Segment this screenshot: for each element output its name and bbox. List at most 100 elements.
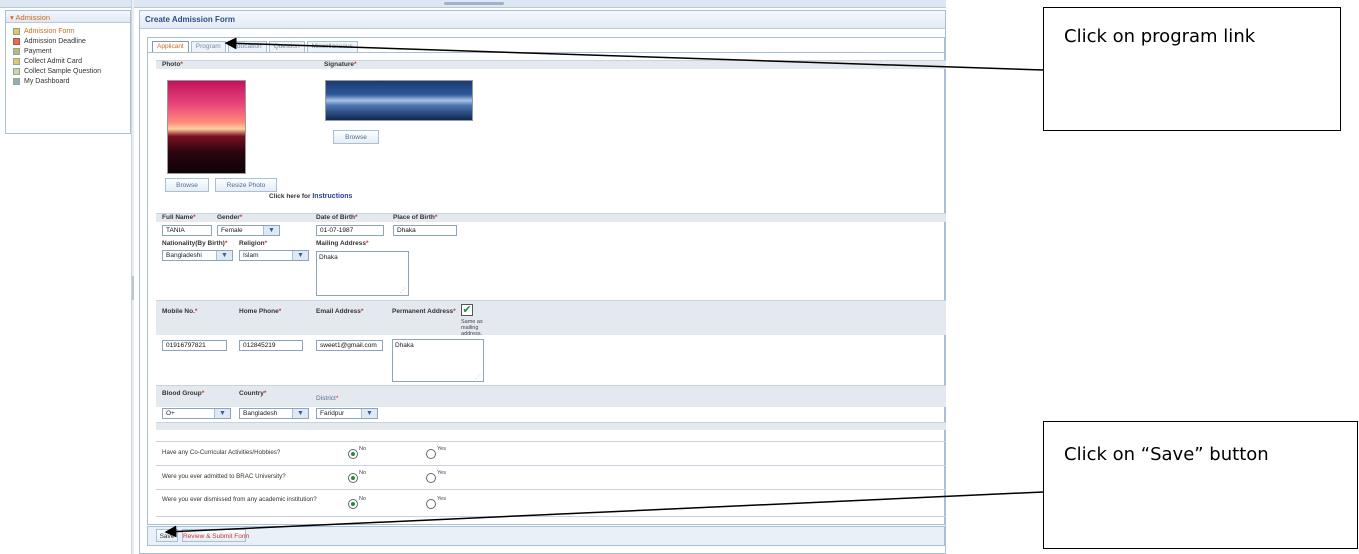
- mobile-input[interactable]: 01916797821: [162, 340, 227, 351]
- religion-select[interactable]: Islam ▼: [239, 250, 309, 261]
- payment-icon: [13, 47, 20, 55]
- sidebar-header[interactable]: ▾ Admission: [6, 11, 130, 23]
- chevron-down-icon: ▼: [214, 409, 230, 418]
- dob-label: Date of Birth*: [316, 214, 358, 221]
- sidebar-header-label: Admission: [15, 13, 51, 22]
- question-text: Were you ever admitted to BRAC Universit…: [162, 473, 286, 480]
- top-bar: [0, 0, 946, 8]
- sidebar-splitter[interactable]: [131, 0, 134, 554]
- contact-section-bar: [156, 300, 946, 335]
- sidebar-item-label: Admission Deadline: [24, 37, 86, 45]
- applicant-photo: [167, 80, 246, 174]
- sidebar-item-admission-form[interactable]: Admission Form: [6, 26, 130, 36]
- blood-section-bar: [156, 385, 946, 407]
- nationality-value: Bangladeshi: [166, 252, 202, 259]
- review-submit-button[interactable]: Review & Submit Form: [182, 529, 249, 542]
- sidebar-item-my-dashboard[interactable]: My Dashboard: [6, 76, 130, 86]
- photo-label: Photo*: [162, 61, 183, 68]
- full-name-label: Full Name*: [162, 214, 196, 221]
- mobile-label: Mobile No.*: [162, 308, 198, 315]
- sidebar-item-label: Collect Admit Card: [24, 57, 82, 65]
- nationality-label: Nationality(By Birth)*: [162, 240, 228, 247]
- instructions-link[interactable]: Instructions: [312, 193, 352, 200]
- resize-grip-icon[interactable]: ⋰: [400, 287, 406, 294]
- same-as-checkbox[interactable]: ✔: [461, 304, 473, 316]
- photo-browse-button[interactable]: Browse: [165, 178, 209, 192]
- signature-label: Signature*: [324, 61, 357, 68]
- blood-group-label: Blood Group*: [162, 390, 205, 397]
- permanent-address-textarea[interactable]: Dhaka ⋰: [392, 339, 484, 382]
- country-select[interactable]: Bangladesh ▼: [239, 408, 309, 419]
- question-row: Have any Co-Curricular Activities/Hobbie…: [156, 441, 946, 465]
- question-text: Have any Co-Curricular Activities/Hobbie…: [162, 449, 281, 456]
- radio-yes[interactable]: [426, 449, 436, 459]
- email-input[interactable]: sweet1@gmail.com: [316, 340, 383, 351]
- home-phone-input[interactable]: 012845219: [239, 340, 303, 351]
- tab-applicant[interactable]: Applicant: [152, 41, 189, 52]
- tab-education[interactable]: Education: [227, 41, 267, 52]
- radio-yes-label: Yes: [437, 496, 446, 502]
- sidebar-item-admission-deadline[interactable]: Admission Deadline: [6, 36, 130, 46]
- gender-label: Gender*: [217, 214, 243, 221]
- collapse-handle[interactable]: [444, 2, 504, 5]
- sidebar-item-collect-sample-question[interactable]: Collect Sample Question: [6, 66, 130, 76]
- radio-yes-label: Yes: [437, 470, 446, 476]
- dob-input[interactable]: 01-07-1987: [316, 225, 384, 236]
- district-label: District*: [316, 395, 339, 402]
- mailing-address-textarea[interactable]: Dhaka ⋰: [316, 251, 409, 296]
- radio-no[interactable]: [348, 499, 358, 509]
- admission-form: Applicant Program Education Question Mis…: [147, 37, 946, 525]
- chevron-down-icon: ▼: [292, 409, 308, 418]
- signature-browse-button[interactable]: Browse: [333, 130, 379, 144]
- tab-miscellaneous[interactable]: Miscellaneous: [306, 41, 358, 52]
- nationality-select[interactable]: Bangladeshi ▼: [162, 250, 233, 261]
- gender-select[interactable]: Female ▼: [217, 225, 280, 236]
- full-name-input[interactable]: TANIA: [162, 225, 212, 236]
- radio-no-label: No: [359, 470, 367, 476]
- blood-group-value: O+: [166, 410, 175, 417]
- sidebar: ▾ Admission Admission Form Admission Dea…: [5, 10, 131, 134]
- spacer-bar: [156, 422, 946, 430]
- radio-no-label: No: [359, 496, 367, 502]
- sidebar-item-collect-admit-card[interactable]: Collect Admit Card: [6, 56, 130, 66]
- photo-section-bar: [156, 60, 946, 69]
- radio-no[interactable]: [348, 473, 358, 483]
- radio-no-label: No: [359, 446, 367, 452]
- resize-photo-button[interactable]: Resize Photo: [215, 178, 277, 192]
- pob-label: Place of Birth*: [393, 214, 438, 221]
- tab-divider: [148, 52, 946, 53]
- sidebar-item-payment[interactable]: Payment: [6, 46, 130, 56]
- blood-group-select[interactable]: O+ ▼: [162, 408, 231, 419]
- user-add-icon: [13, 27, 20, 35]
- permanent-address-value: Dhaka: [395, 342, 414, 349]
- question-row: Were you ever admitted to BRAC Universit…: [156, 465, 946, 489]
- program-callout: Click on program link: [1043, 7, 1341, 131]
- document-icon: [13, 67, 20, 75]
- save-button[interactable]: Save: [156, 529, 178, 542]
- chevron-down-icon: ▼: [361, 409, 377, 418]
- radio-yes[interactable]: [426, 499, 436, 509]
- sidebar-item-label: Payment: [24, 47, 52, 55]
- radio-no[interactable]: [348, 449, 358, 459]
- tab-question[interactable]: Question: [268, 41, 305, 52]
- sidebar-item-label: My Dashboard: [24, 77, 70, 85]
- signature-image: [325, 80, 473, 121]
- gender-value: Female: [221, 227, 243, 234]
- same-as-label: Same as mailing address.: [461, 319, 483, 337]
- chevron-down-icon: ▼: [292, 251, 308, 260]
- save-callout: Click on “Save” button: [1043, 421, 1358, 549]
- resize-grip-icon[interactable]: ⋰: [475, 373, 481, 380]
- sidebar-item-label: Admission Form: [24, 27, 75, 35]
- country-value: Bangladesh: [243, 410, 278, 417]
- radio-yes[interactable]: [426, 473, 436, 483]
- chevron-down-icon: ▼: [263, 226, 279, 235]
- pob-input[interactable]: Dhaka: [393, 225, 457, 236]
- form-tabs: Applicant Program Education Question Mis…: [152, 41, 360, 52]
- splitter-grip[interactable]: [132, 276, 134, 300]
- question-row: Were you ever dismissed from any academi…: [156, 489, 946, 517]
- radio-yes-label: Yes: [437, 446, 446, 452]
- mailing-address-value: Dhaka: [319, 254, 338, 261]
- district-select[interactable]: Faridpur ▼: [316, 408, 378, 419]
- sidebar-item-label: Collect Sample Question: [24, 67, 102, 75]
- tab-program[interactable]: Program: [190, 41, 226, 52]
